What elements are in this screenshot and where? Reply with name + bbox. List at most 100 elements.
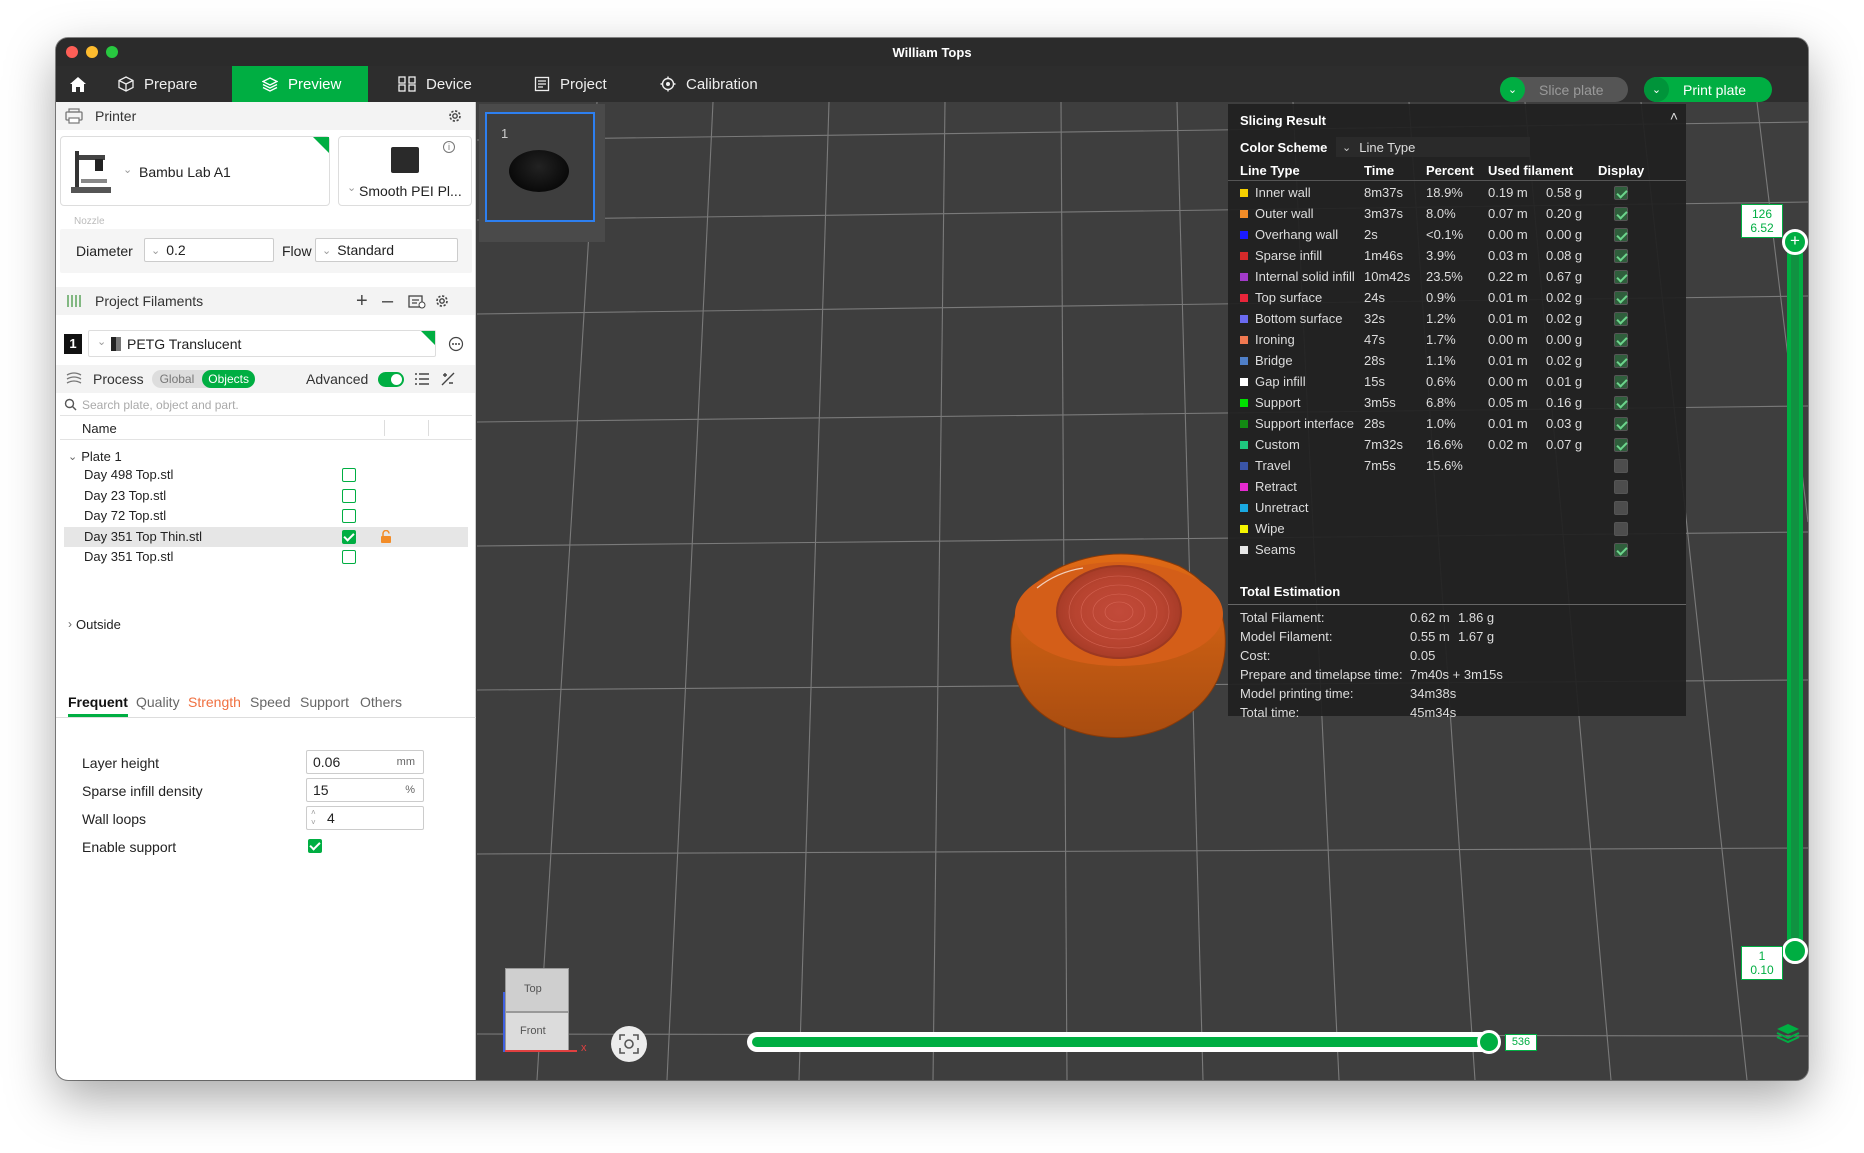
filament-settings-icon[interactable] bbox=[434, 293, 450, 309]
display-checkbox[interactable] bbox=[1614, 186, 1628, 200]
advanced-toggle[interactable] bbox=[378, 371, 404, 387]
printer-card[interactable]: ⌄ Bambu Lab A1 bbox=[60, 136, 330, 206]
settings-tab[interactable]: Speed bbox=[250, 694, 290, 710]
display-checkbox[interactable] bbox=[1614, 396, 1628, 410]
compare-icon[interactable] bbox=[440, 371, 456, 387]
object-list-item[interactable]: Day 351 Top Thin.stl bbox=[64, 526, 468, 547]
plate-type-card[interactable]: i ⌄ Smooth PEI Pl... bbox=[338, 136, 472, 206]
home-button[interactable] bbox=[56, 66, 98, 102]
collapse-icon[interactable]: ˄ bbox=[1670, 108, 1678, 124]
display-checkbox[interactable] bbox=[1614, 333, 1628, 347]
display-checkbox[interactable] bbox=[1614, 270, 1628, 284]
tab-prepare[interactable]: Prepare bbox=[98, 66, 232, 102]
filament-row[interactable]: 1 ⌄ PETG Translucent bbox=[64, 330, 468, 358]
print-plate-button[interactable]: Print plate bbox=[1683, 82, 1746, 98]
move-slider-track[interactable] bbox=[747, 1032, 1497, 1052]
remove-filament-icon[interactable]: – bbox=[382, 290, 393, 313]
sparse-infill-input[interactable]: 15 % bbox=[306, 778, 424, 802]
print-dropdown-button[interactable]: ⌄ bbox=[1644, 77, 1669, 102]
display-checkbox[interactable] bbox=[1614, 291, 1628, 305]
enable-support-checkbox[interactable] bbox=[308, 839, 322, 853]
settings-tab[interactable]: Quality bbox=[136, 694, 180, 710]
slice-dropdown-button[interactable]: ⌄ bbox=[1500, 77, 1525, 102]
chevron-down-icon: ⌄ bbox=[347, 182, 357, 194]
display-checkbox[interactable] bbox=[1614, 459, 1628, 473]
layer-slider-bottom-handle[interactable] bbox=[1782, 938, 1808, 964]
tab-project[interactable]: Project bbox=[504, 66, 634, 102]
layer-slider-track[interactable] bbox=[1787, 236, 1803, 956]
diameter-select[interactable]: ⌄ 0.2 bbox=[144, 238, 274, 262]
settings-tab[interactable]: Support bbox=[300, 694, 349, 710]
wall-loops-input[interactable]: ˄ ˅ 4 bbox=[306, 806, 424, 830]
filament-select[interactable]: ⌄ PETG Translucent bbox=[88, 330, 436, 357]
layers-view-icon[interactable] bbox=[1775, 1022, 1801, 1046]
object-checkbox[interactable] bbox=[342, 488, 356, 503]
stepper-icon[interactable]: ˄ ˅ bbox=[311, 808, 316, 828]
view-cube-top-label: Top bbox=[524, 983, 542, 995]
settings-tab[interactable]: Others bbox=[360, 694, 402, 710]
display-checkbox[interactable] bbox=[1614, 438, 1628, 452]
advanced-label: Advanced bbox=[306, 371, 369, 387]
object-search-bar[interactable]: Search plate, object and part. bbox=[60, 394, 472, 416]
settings-tab[interactable]: Frequent bbox=[68, 694, 128, 717]
object-checkbox[interactable] bbox=[342, 509, 356, 523]
add-filament-icon[interactable]: + bbox=[356, 290, 368, 313]
zoom-window-button[interactable] bbox=[106, 46, 118, 58]
filaments-title: Project Filaments bbox=[95, 293, 204, 309]
close-window-button[interactable] bbox=[66, 46, 78, 58]
global-toggle[interactable]: Global bbox=[152, 372, 203, 386]
sync-filament-icon[interactable] bbox=[408, 293, 426, 309]
slice-plate-button[interactable]: Slice plate bbox=[1539, 82, 1604, 98]
object-list-item[interactable]: Day 351 Top.stl bbox=[64, 547, 468, 567]
layer-slider-top-handle[interactable]: + bbox=[1782, 229, 1808, 255]
settings-tab[interactable]: Strength bbox=[188, 694, 241, 710]
total-label: Model printing time: bbox=[1240, 686, 1354, 701]
printer-settings-icon[interactable] bbox=[447, 108, 463, 124]
display-checkbox[interactable] bbox=[1614, 312, 1628, 326]
object-list-item[interactable]: Day 498 Top.stl bbox=[64, 465, 468, 485]
flow-select[interactable]: ⌄ Standard bbox=[315, 238, 458, 262]
display-checkbox[interactable] bbox=[1614, 480, 1628, 494]
unlock-icon[interactable] bbox=[380, 529, 392, 543]
display-checkbox[interactable] bbox=[1614, 228, 1628, 242]
layer-height-input[interactable]: 0.06 mm bbox=[306, 750, 424, 774]
objects-toggle[interactable]: Objects bbox=[202, 370, 255, 388]
outside-tree-item[interactable]: › Outside bbox=[68, 613, 121, 635]
list-icon[interactable] bbox=[414, 372, 430, 386]
3d-viewport[interactable]: 1 Slicing Result ˄ Color Scheme ⌄ Line T… bbox=[477, 102, 1808, 1080]
more-options-icon[interactable] bbox=[448, 336, 464, 352]
tab-device[interactable]: Device bbox=[368, 66, 504, 102]
object-checkbox[interactable] bbox=[342, 529, 356, 544]
line-type-len: 0.07 m bbox=[1488, 206, 1528, 221]
color-scheme-select[interactable]: ⌄ Line Type bbox=[1336, 137, 1530, 157]
line-type-swatch bbox=[1240, 503, 1248, 512]
screenshot-button[interactable] bbox=[611, 1026, 647, 1062]
display-checkbox[interactable] bbox=[1614, 522, 1628, 536]
plate-thumbnail[interactable]: 1 bbox=[485, 112, 595, 222]
diameter-value: 0.2 bbox=[166, 242, 186, 258]
color-scheme-value: Line Type bbox=[1359, 139, 1416, 155]
display-checkbox[interactable] bbox=[1614, 501, 1628, 515]
tab-calibration[interactable]: Calibration bbox=[634, 66, 780, 102]
tab-preview[interactable]: Preview bbox=[232, 66, 368, 102]
info-icon[interactable]: i bbox=[443, 141, 455, 153]
object-checkbox[interactable] bbox=[342, 468, 356, 482]
object-name: Day 351 Top Thin.stl bbox=[84, 528, 203, 544]
line-type-time: 15s bbox=[1364, 374, 1385, 389]
sliced-model[interactable] bbox=[1010, 553, 1226, 738]
plate-tree-item[interactable]: ⌄ Plate 1 bbox=[68, 445, 122, 467]
view-cube-front[interactable]: Front bbox=[505, 1012, 569, 1052]
display-checkbox[interactable] bbox=[1614, 417, 1628, 431]
line-type-percent: 16.6% bbox=[1426, 437, 1463, 452]
display-checkbox[interactable] bbox=[1614, 543, 1628, 557]
object-list-item[interactable]: Day 72 Top.stl bbox=[64, 506, 468, 526]
object-checkbox[interactable] bbox=[342, 550, 356, 564]
move-slider-handle[interactable] bbox=[1477, 1030, 1501, 1054]
display-checkbox[interactable] bbox=[1614, 354, 1628, 368]
minimize-window-button[interactable] bbox=[86, 46, 98, 58]
view-cube-top[interactable]: Top bbox=[505, 968, 569, 1012]
display-checkbox[interactable] bbox=[1614, 375, 1628, 389]
display-checkbox[interactable] bbox=[1614, 207, 1628, 221]
object-list-item[interactable]: Day 23 Top.stl bbox=[64, 486, 468, 506]
display-checkbox[interactable] bbox=[1614, 249, 1628, 263]
